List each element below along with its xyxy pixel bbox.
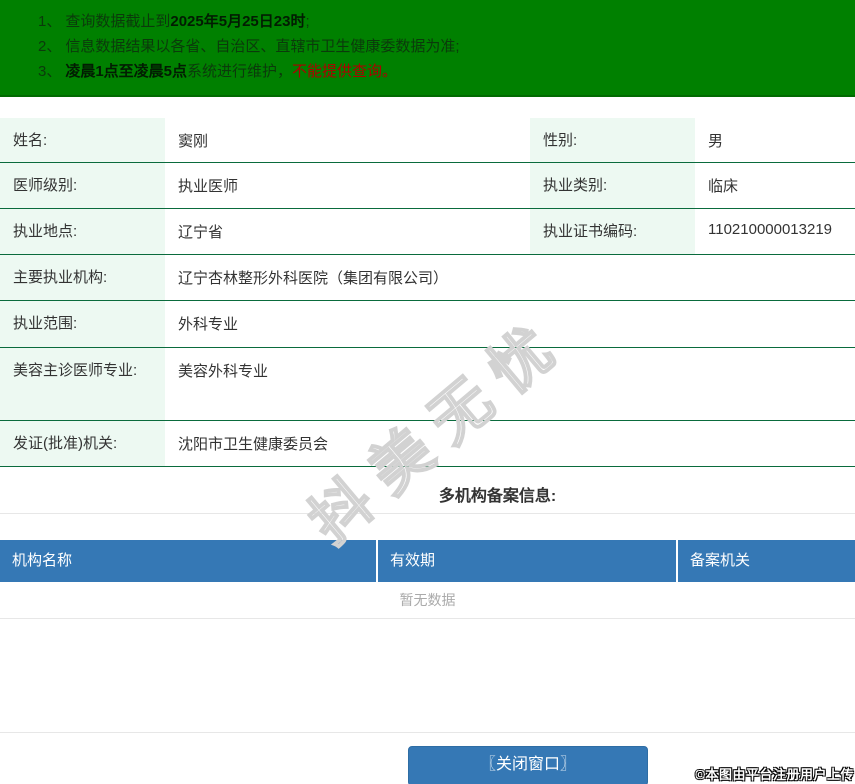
field-label-name: 姓名: bbox=[0, 118, 165, 163]
field-value-doctor-level: 执业医师 bbox=[165, 162, 530, 209]
field-label-practice-location: 执业地点: bbox=[0, 208, 165, 255]
field-label-main-institution: 主要执业机构: bbox=[0, 254, 165, 301]
notice-text: 系统进行维护， bbox=[187, 63, 293, 80]
table-row: 发证(批准)机关: 沈阳市卫生健康委员会 bbox=[0, 420, 855, 467]
field-label-gender: 性别: bbox=[530, 118, 695, 163]
notice-number: 2、 bbox=[38, 38, 62, 55]
notice-text: ; bbox=[305, 13, 310, 30]
field-label-doctor-level: 医师级别: bbox=[0, 162, 165, 209]
table-row: 执业地点: 辽宁省 执业证书编码: 110210000013219 bbox=[0, 208, 855, 255]
notice-number: 1、 bbox=[38, 13, 62, 30]
column-header-record-authority: 备案机关 bbox=[690, 552, 751, 569]
notice-banner: 1、 查询数据截止到2025年5月25日23时; 2、 信息数据结果以各省、自治区、… bbox=[0, 0, 855, 97]
notice-line-2: 2、 信息数据结果以各省、自治区、直辖市卫生健康委数据为准; bbox=[38, 34, 845, 59]
section-title-text: 多机构备案信息: bbox=[438, 488, 557, 505]
table-row: 美容主诊医师专业: 美容外科专业 bbox=[0, 347, 855, 421]
field-label-practice-scope: 执业范围: bbox=[0, 300, 165, 348]
multi-org-section-title: 多机构备案信息: bbox=[0, 482, 855, 506]
multi-org-table: 机构名称 有效期 备案机关 暂无数据 bbox=[0, 540, 855, 619]
table-row: 主要执业机构: 辽宁杏林整形外科医院（集团有限公司） bbox=[0, 254, 855, 301]
field-label-cosmetic-specialty: 美容主诊医师专业: bbox=[0, 347, 165, 421]
field-value-name: 窦刚 bbox=[165, 118, 530, 163]
table-row: 执业范围: 外科专业 bbox=[0, 300, 855, 348]
column-header-institution-name: 机构名称 bbox=[0, 540, 378, 582]
field-value-certificate-number: 110210000013219 bbox=[695, 208, 855, 255]
divider bbox=[0, 732, 855, 733]
field-value-practice-scope: 外科专业 bbox=[165, 300, 855, 348]
table-row: 医师级别: 执业医师 执业类别: 临床 bbox=[0, 162, 855, 209]
field-value-gender: 男 bbox=[695, 118, 855, 163]
notice-line-1: 1、 查询数据截止到2025年5月25日23时; bbox=[38, 9, 845, 34]
notice-text: 信息数据结果以各省、自治区、直辖市卫生健康委数据为准; bbox=[65, 38, 460, 55]
platform-copyright-watermark: ©本图由平台注册用户上传 bbox=[695, 767, 854, 782]
field-label-issuing-authority: 发证(批准)机关: bbox=[0, 420, 165, 467]
notice-maintenance-window: 凌晨1点至凌晨5点 bbox=[65, 63, 188, 80]
field-value-issuing-authority: 沈阳市卫生健康委员会 bbox=[165, 420, 855, 467]
divider bbox=[0, 513, 855, 514]
table-row: 姓名: 窦刚 性别: 男 bbox=[0, 118, 855, 163]
notice-deadline: 2025年5月25日23时 bbox=[170, 13, 306, 30]
field-value-main-institution: 辽宁杏林整形外科医院（集团有限公司） bbox=[165, 254, 855, 301]
close-window-button[interactable]: 〖关闭窗口〗 bbox=[408, 746, 648, 784]
notice-warning-red: 不能提供查询。 bbox=[292, 63, 398, 80]
multi-org-table-header: 机构名称 有效期 备案机关 bbox=[0, 540, 855, 582]
field-value-cosmetic-specialty: 美容外科专业 bbox=[165, 347, 855, 421]
field-label-certificate-number: 执业证书编码: bbox=[530, 208, 695, 255]
empty-data-placeholder: 暂无数据 bbox=[0, 582, 855, 619]
field-label-practice-category: 执业类别: bbox=[530, 162, 695, 209]
query-result-page: 1、 查询数据截止到2025年5月25日23时; 2、 信息数据结果以各省、自治区、… bbox=[0, 0, 855, 784]
notice-number: 3、 bbox=[38, 63, 62, 80]
practitioner-info-table: 姓名: 窦刚 性别: 男 医师级别: 执业医师 执业类别: 临床 执业地点: 辽… bbox=[0, 118, 855, 467]
field-value-practice-location: 辽宁省 bbox=[165, 208, 530, 255]
notice-line-3: 3、 凌晨1点至凌晨5点系统进行维护，不能提供查询。 bbox=[38, 59, 845, 84]
column-header-validity-period: 有效期 bbox=[378, 540, 678, 582]
notice-text: 查询数据截止到 bbox=[65, 13, 171, 30]
field-value-practice-category: 临床 bbox=[695, 162, 855, 209]
